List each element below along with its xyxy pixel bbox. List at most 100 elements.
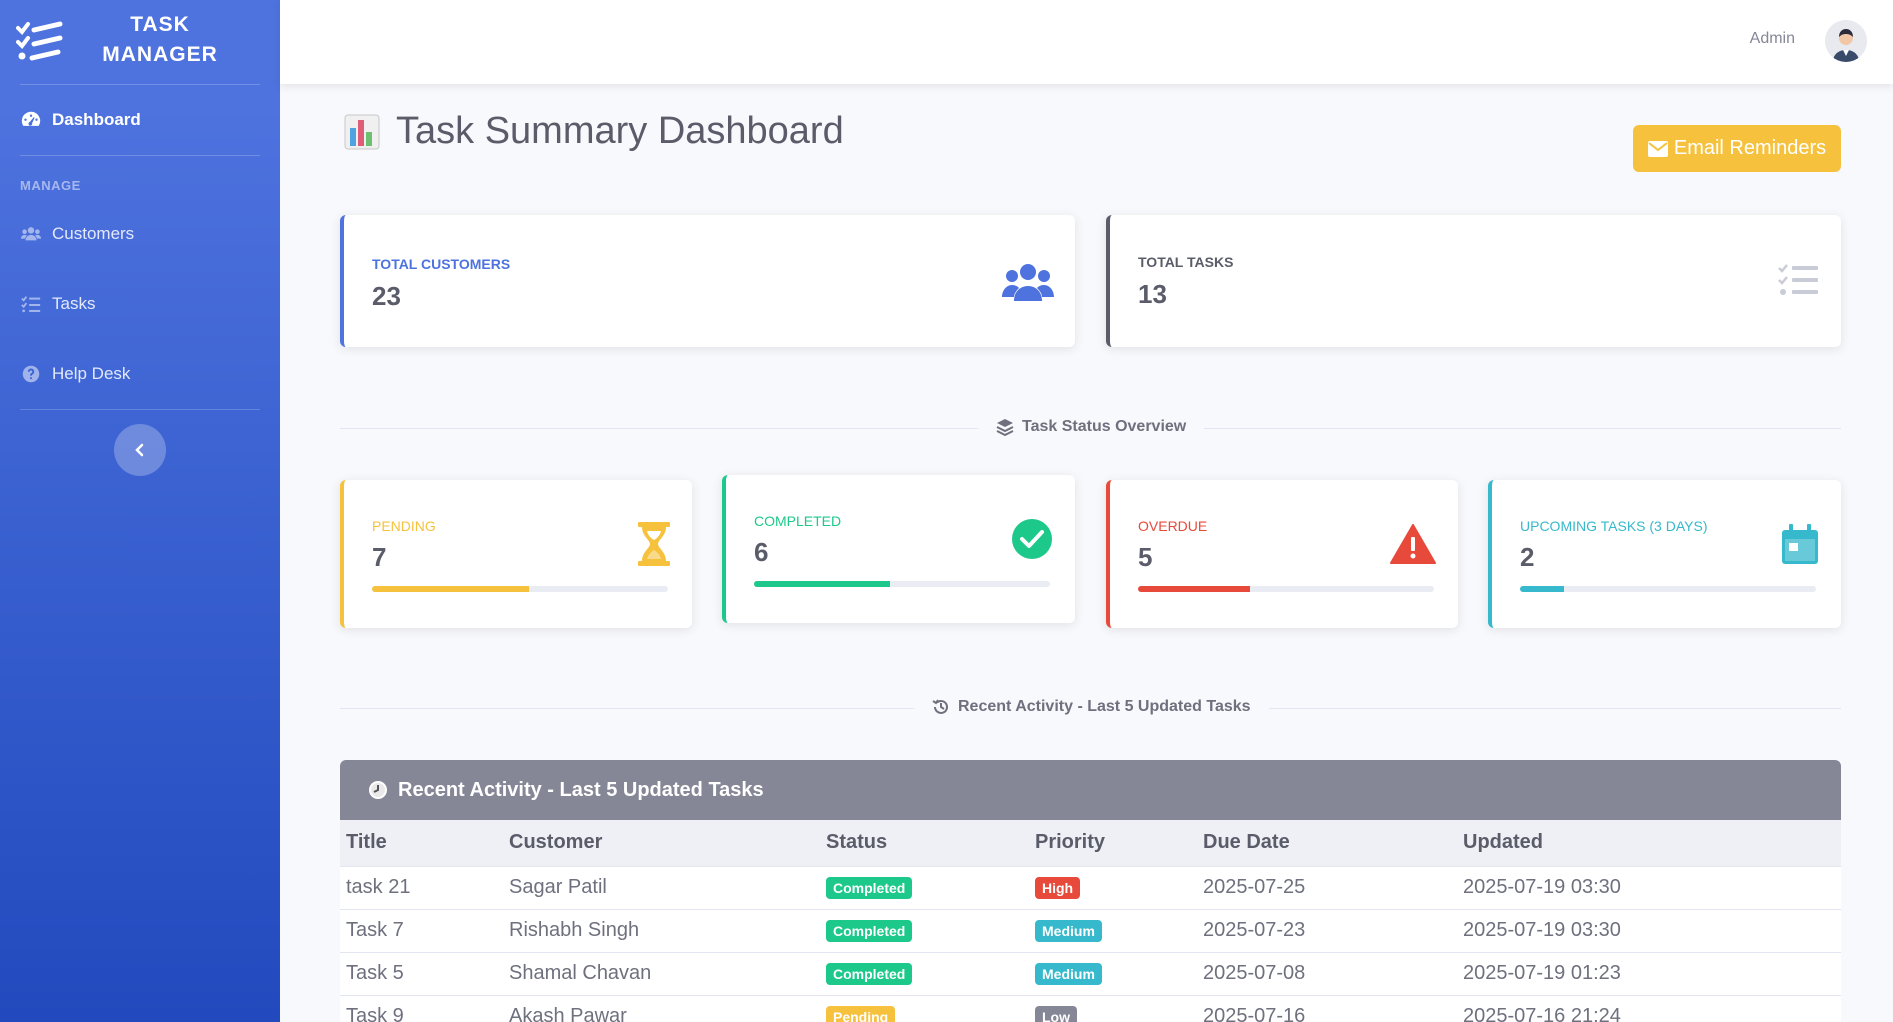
- sidebar-item-label: Tasks: [52, 294, 96, 313]
- status-cell: Pending: [820, 995, 1029, 1022]
- bar-chart-icon: [344, 114, 380, 149]
- table-row[interactable]: Task 9 Akash Pawar Pending Low 2025-07-1…: [340, 995, 1841, 1022]
- column-header[interactable]: Due Date: [1197, 820, 1457, 867]
- sidebar-item-label: Dashboard: [52, 110, 141, 129]
- updated-at: 2025-07-16 21:24: [1457, 995, 1841, 1022]
- status-cell: Completed: [820, 952, 1029, 996]
- customer-name: Shamal Chavan: [503, 952, 820, 996]
- column-header[interactable]: Status: [820, 820, 1029, 867]
- table-row[interactable]: Task 5 Shamal Chavan Completed Medium 20…: [340, 952, 1841, 996]
- updated-at: 2025-07-19 03:30: [1457, 909, 1841, 953]
- status-badge: Completed: [826, 963, 913, 985]
- column-header[interactable]: Title: [340, 820, 503, 867]
- due-date: 2025-07-08: [1197, 952, 1457, 996]
- sidebar-toggle-button[interactable]: [114, 424, 166, 476]
- brand-text: TASK MANAGER: [90, 10, 230, 70]
- page-title: Task Summary Dashboard: [344, 110, 844, 153]
- customer-name: Akash Pawar: [503, 995, 820, 1022]
- pending-progress-bar: [372, 586, 668, 592]
- pending-card: PENDING 7: [340, 480, 692, 628]
- card-label: UPCOMING TASKS (3 DAYS): [1520, 518, 1708, 534]
- priority-cell: Medium: [1029, 909, 1197, 953]
- completed-progress-bar: [754, 581, 1050, 587]
- warning-triangle-icon: [1390, 524, 1436, 564]
- task-status-overview-heading: Task Status Overview: [978, 418, 1205, 436]
- card-value: 5: [1138, 542, 1153, 572]
- total-tasks-card: TOTAL TASKS 13: [1106, 215, 1841, 347]
- priority-cell: High: [1029, 866, 1197, 910]
- table-row[interactable]: task 21 Sagar Patil Completed High 2025-…: [340, 866, 1841, 910]
- check-circle-icon: [1012, 519, 1052, 559]
- card-label: COMPLETED: [754, 513, 842, 529]
- card-value: 6: [754, 537, 769, 567]
- topbar: Admin: [280, 0, 1893, 84]
- sidebar-item-label: Customers: [52, 224, 135, 243]
- recent-activity-heading: Recent Activity - Last 5 Updated Tasks: [914, 698, 1269, 716]
- status-cell: Completed: [820, 909, 1029, 953]
- history-icon: [932, 699, 948, 714]
- question-circle-icon: [22, 365, 40, 383]
- avatar[interactable]: [1825, 20, 1867, 62]
- task-title: Task 7: [340, 909, 503, 953]
- priority-badge: Medium: [1035, 963, 1102, 985]
- card-label: PENDING: [372, 518, 436, 534]
- overdue-card: OVERDUE 5: [1106, 480, 1458, 628]
- sidebar-item-dashboard[interactable]: Dashboard: [0, 85, 280, 155]
- section-label: Recent Activity - Last 5 Updated Tasks: [958, 698, 1251, 715]
- updated-at: 2025-07-19 01:23: [1457, 952, 1841, 996]
- tasks-icon: [1778, 264, 1818, 295]
- sidebar-item-tasks[interactable]: Tasks: [0, 269, 280, 339]
- sidebar-item-label: Help Desk: [52, 364, 131, 383]
- sidebar-item-customers[interactable]: Customers: [0, 199, 280, 269]
- updated-at: 2025-07-19 03:30: [1457, 866, 1841, 910]
- task-title: task 21: [340, 866, 503, 910]
- tasks-icon: [21, 296, 41, 313]
- due-date: 2025-07-16: [1197, 995, 1457, 1022]
- customer-name: Sagar Patil: [503, 866, 820, 910]
- sidebar-divider: [20, 409, 260, 410]
- chevron-left-icon: [135, 443, 144, 457]
- task-title: Task 9: [340, 995, 503, 1022]
- priority-badge: Low: [1035, 1006, 1077, 1022]
- tasks-table: Title Customer Status Priority Due Date …: [340, 820, 1841, 1022]
- users-icon: [1002, 264, 1054, 301]
- email-button-label: Email Reminders: [1673, 137, 1827, 159]
- panel-title: Recent Activity - Last 5 Updated Tasks: [398, 778, 764, 801]
- table-row[interactable]: Task 7 Rishabh Singh Completed Medium 20…: [340, 909, 1841, 953]
- upcoming-card: UPCOMING TASKS (3 DAYS) 2: [1488, 480, 1841, 628]
- users-icon: [20, 227, 42, 241]
- section-label: Task Status Overview: [1022, 418, 1187, 435]
- due-date: 2025-07-25: [1197, 866, 1457, 910]
- column-header[interactable]: Customer: [503, 820, 820, 867]
- column-header[interactable]: Updated: [1457, 820, 1841, 867]
- brand-line-2: MANAGER: [102, 43, 218, 66]
- clock-icon: [369, 781, 387, 799]
- email-reminders-button[interactable]: Email Reminders: [1633, 125, 1841, 172]
- tachometer-icon: [21, 111, 41, 126]
- task-list-logo-icon: [16, 18, 64, 66]
- calendar-icon: [1782, 524, 1818, 564]
- hourglass-icon: [638, 522, 670, 566]
- brand[interactable]: TASK MANAGER: [0, 0, 280, 84]
- status-cell: Completed: [820, 866, 1029, 910]
- card-value: 7: [372, 542, 387, 572]
- sidebar-item-help-desk[interactable]: Help Desk: [0, 339, 280, 409]
- card-label: TOTAL TASKS: [1138, 254, 1234, 270]
- recent-activity-panel: Recent Activity - Last 5 Updated Tasks T…: [340, 760, 1841, 1022]
- total-customers-card: TOTAL CUSTOMERS 23: [340, 215, 1075, 347]
- envelope-icon: [1647, 140, 1668, 157]
- overdue-progress-bar: [1138, 586, 1434, 592]
- column-header[interactable]: Priority: [1029, 820, 1197, 867]
- sidebar: TASK MANAGER Dashboard MANAGE Customers …: [0, 0, 280, 1022]
- priority-cell: Low: [1029, 995, 1197, 1022]
- status-badge: Completed: [826, 920, 913, 942]
- task-title: Task 5: [340, 952, 503, 996]
- due-date: 2025-07-23: [1197, 909, 1457, 953]
- sidebar-heading: MANAGE: [20, 178, 81, 193]
- layers-icon: [996, 419, 1014, 436]
- user-name[interactable]: Admin: [1750, 30, 1795, 48]
- status-badge: Pending: [826, 1006, 896, 1022]
- priority-badge: Medium: [1035, 920, 1102, 942]
- card-value: 23: [372, 281, 401, 311]
- table-header-row: Title Customer Status Priority Due Date …: [340, 820, 1841, 867]
